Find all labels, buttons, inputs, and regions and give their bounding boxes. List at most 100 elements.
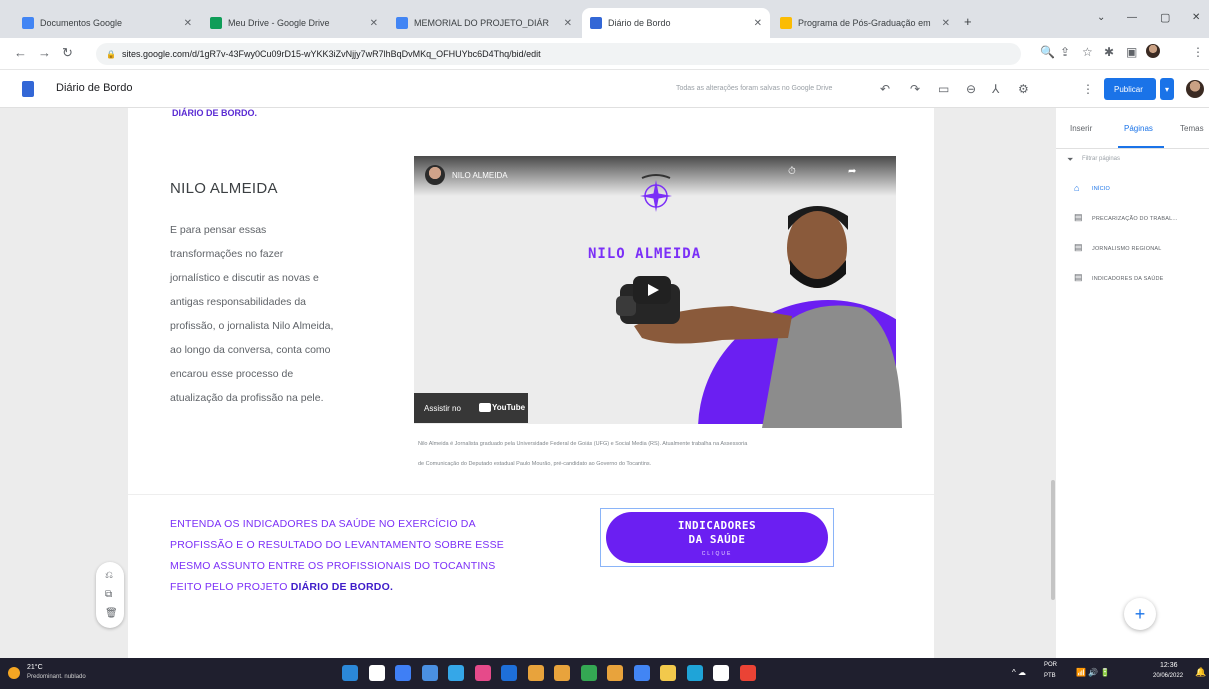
publish-button[interactable]: Publicar [1104,78,1156,100]
taskbar-app-icon[interactable] [633,665,650,681]
close-icon[interactable]: ✕ [370,18,378,29]
taskbar-app-icon[interactable] [395,665,411,681]
weather-sun-icon[interactable] [8,667,20,679]
share-icon[interactable]: ➦ [848,166,856,177]
tab-diario-de-bordo[interactable]: Diário de Bordo ✕ [582,8,770,38]
share-people-icon[interactable]: ⅄ [992,82,999,96]
close-icon[interactable]: ✕ [564,18,572,29]
paragraph-line[interactable]: transformações no fazer [170,248,283,260]
taskbar-app-icon[interactable] [739,665,756,681]
tab-memorial[interactable]: MEMORIAL DO PROJETO_DIÁR ✕ [388,8,580,38]
paragraph-line[interactable]: antigas responsabilidades da [170,296,306,308]
browser-menu-icon[interactable]: ⋮ [1192,45,1204,59]
taskbar-app-icon[interactable] [448,665,464,681]
paragraph-line[interactable]: jornalístico e discutir as novas e [170,272,319,284]
duplicate-section-icon[interactable]: ⧉ [105,589,112,600]
taskbar-app-icon[interactable] [501,665,517,681]
cta-text-line[interactable]: MESMO ASSUNTO ENTRE OS PROFISSIONAIS DO … [170,560,495,572]
paragraph-line[interactable]: ao longo da conversa, conta como [170,344,331,356]
reload-button[interactable]: ↻ [62,45,73,61]
taskbar-app-icon[interactable] [368,665,385,681]
share-icon[interactable]: ⇪ [1060,45,1070,59]
page-item-jornalismo-regional[interactable]: JORNALISMO REGIONAL [1092,246,1162,252]
new-tab-button[interactable]: + [964,14,972,29]
section-title[interactable]: NILO ALMEIDA [170,180,278,197]
editor-scrollbar[interactable] [1051,480,1055,600]
cta-text-line[interactable]: PROFISSÃO E O RESULTADO DO LEVANTAMENTO … [170,539,504,551]
google-sites-logo[interactable] [22,81,34,97]
watch-later-icon[interactable]: ⏱ [788,166,796,177]
maximize-button[interactable]: ▢ [1160,11,1170,24]
filter-pages-input[interactable]: Filtrar páginas [1082,156,1120,162]
more-options-icon[interactable]: ⋮ [1082,82,1094,96]
add-page-button[interactable]: + [1124,598,1156,630]
back-button[interactable]: ← [14,45,27,60]
taskbar-app-icon[interactable] [660,665,676,681]
tab-programa-pos[interactable]: Programa de Pós-Graduação em ✕ [772,8,958,38]
paragraph-line[interactable]: atualização da profissão na pele. [170,392,324,404]
network-volume-battery-icons[interactable]: 📶 🔊 🔋 [1076,668,1110,677]
undo-icon[interactable]: ↶ [880,82,890,96]
close-icon[interactable]: ✕ [942,18,950,29]
notification-icon[interactable]: 🔔 [1195,667,1206,678]
close-icon[interactable]: ✕ [754,18,762,29]
taskbar-app-icon[interactable] [342,665,358,681]
top-project-link[interactable]: DIÁRIO DE BORDO. [172,108,257,118]
minimize-button[interactable]: — [1127,12,1137,23]
taskbar-app-icon[interactable] [421,665,438,681]
publish-dropdown-icon[interactable]: ▾ [1160,78,1174,100]
taskbar-app-icon[interactable] [580,665,597,681]
weather-temperature[interactable]: 21°C [27,664,43,671]
taskbar-app-icon[interactable] [686,665,703,681]
account-avatar[interactable] [1186,80,1204,98]
play-button[interactable] [633,276,671,304]
link-icon[interactable]: ⊖ [966,82,976,96]
tab-temas[interactable]: Temas [1180,124,1204,133]
paragraph-line[interactable]: profissão, o jornalista Nilo Almeida, [170,320,333,332]
cta-text-line[interactable]: FEITO PELO PROJETO DIÁRIO DE BORDO. [170,581,393,593]
video-channel-name[interactable]: NILO ALMEIDA [452,171,508,180]
sidepanel-icon[interactable]: ▣ [1126,45,1137,59]
page-item-inicio[interactable]: INÍCIO [1092,186,1110,192]
taskbar-app-icon[interactable] [607,665,623,681]
tab-documentos-google[interactable]: Documentos Google ✕ [14,8,200,38]
extensions-icon[interactable]: ✱ [1104,45,1114,59]
page-item-precarizacao[interactable]: PRECARIZAÇÃO DO TRABAL... [1092,216,1178,222]
delete-section-icon[interactable]: 🗑 [105,608,118,619]
keyboard-language[interactable]: POR [1044,662,1057,668]
cta-text-line[interactable]: ENTENDA OS INDICADORES DA SAÚDE NO EXERC… [170,518,476,530]
close-icon[interactable]: ✕ [184,18,192,29]
forward-button[interactable]: → [38,45,51,60]
section-style-icon[interactable]: ⎌ [105,570,113,581]
paragraph-line[interactable]: encarou esse processo de [170,368,293,380]
tab-meu-drive[interactable]: Meu Drive - Google Drive ✕ [202,8,386,38]
profile-avatar-icon[interactable] [1146,44,1160,58]
settings-gear-icon[interactable]: ⚙ [1018,82,1029,96]
taskbar-app-icon[interactable] [474,665,491,681]
site-title[interactable]: Diário de Bordo [56,82,132,94]
weather-condition[interactable]: Predominant. nublado [27,674,86,680]
tab-inserir[interactable]: Inserir [1070,124,1092,133]
page-item-indicadores-da-saude[interactable]: INDICADORES DA SAÚDE [1092,276,1164,282]
search-icon[interactable]: 🔍 [1040,45,1055,59]
close-window-button[interactable]: ✕ [1192,12,1200,23]
preview-icon[interactable]: ▭ [938,82,949,96]
paragraph-line[interactable]: E para pensar essas [170,224,266,236]
tab-search-icon[interactable]: ⌄ [1097,12,1105,23]
video-caption-line[interactable]: de Comunicação do Deputado estadual Paul… [418,461,651,467]
redo-icon[interactable]: ↷ [910,82,920,96]
channel-avatar[interactable] [425,165,445,185]
taskbar-app-icon[interactable] [527,665,544,681]
taskbar-app-icon[interactable] [713,665,729,681]
url-bar[interactable]: 🔒 sites.google.com/d/1gR7v-43Fwy0Cu09rD1… [96,43,1021,65]
taskbar-app-icon[interactable] [554,665,570,681]
keyboard-layout[interactable]: PTB [1044,673,1056,679]
tab-title: Documentos Google [40,18,123,28]
clock-time[interactable]: 12:36 [1160,662,1178,669]
video-caption-line[interactable]: Nilo Almeida é Jornalista graduado pela … [418,441,747,447]
bookmark-star-icon[interactable]: ☆ [1082,45,1093,59]
tab-paginas[interactable]: Páginas [1124,124,1153,133]
clock-date[interactable]: 20/06/2022 [1153,673,1183,679]
tray-overflow-icon[interactable]: ^ ☁ [1012,668,1026,677]
cta-button-line2: DA SAÚDE [688,533,746,546]
